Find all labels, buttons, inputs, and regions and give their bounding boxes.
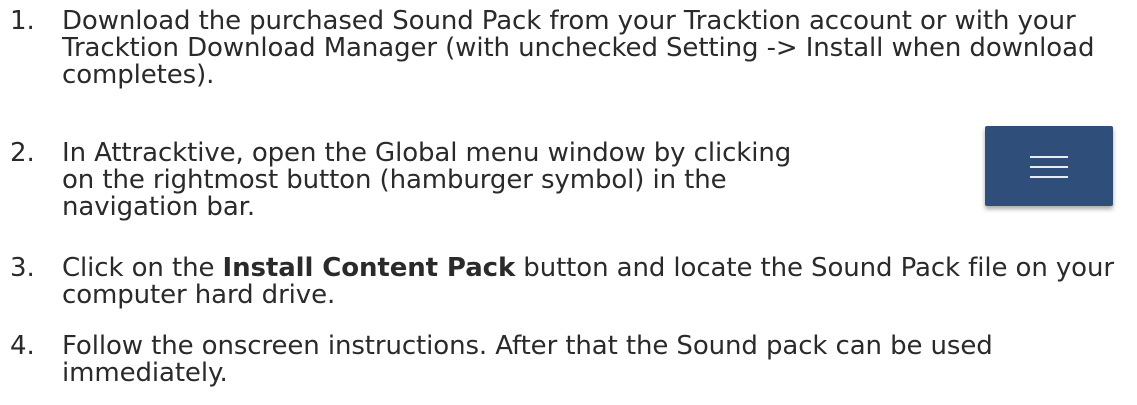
step-number: 3. [10, 253, 35, 283]
hamburger-bar [1030, 166, 1068, 168]
step-text: In Attracktive, open the Global menu win… [62, 138, 792, 222]
hamburger-bar [1030, 156, 1068, 158]
step-text-before: Click on the [62, 253, 223, 283]
install-content-pack-label: Install Content Pack [222, 253, 516, 283]
step-text: Download the purchased Sound Pack from y… [62, 6, 1095, 90]
step-2: 2. In Attracktive, open the Global menu … [10, 140, 910, 221]
step-3: 3. Click on the Install Content Pack but… [10, 255, 1130, 309]
step-text: Click on the Install Content Pack button… [62, 255, 1130, 309]
global-menu-button [985, 126, 1113, 206]
step-number: 4. [10, 331, 35, 361]
step-text: Follow the onscreen instructions. After … [62, 331, 993, 388]
hamburger-bar [1030, 176, 1068, 178]
step-4: 4. Follow the onscreen instructions. Aft… [10, 333, 1130, 387]
step-number: 2. [10, 138, 35, 168]
step-number: 1. [10, 6, 35, 36]
step-1: 1. Download the purchased Sound Pack fro… [10, 8, 1130, 89]
